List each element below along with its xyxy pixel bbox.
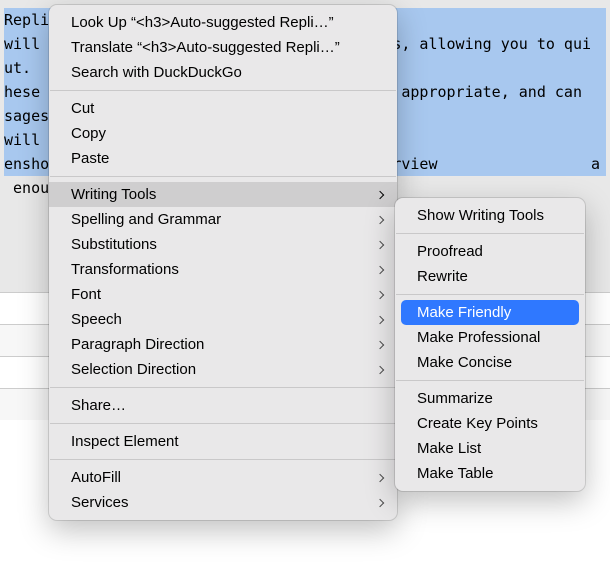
menu-separator: [50, 90, 396, 91]
menu-item-label: Proofread: [417, 243, 563, 260]
menu-item-label: Font: [71, 286, 375, 303]
submenu-item-make-concise[interactable]: Make Concise: [395, 350, 585, 375]
menu-item-spelling[interactable]: Spelling and Grammar: [49, 207, 397, 232]
menu-item-label: Translate “<h3>Auto-suggested Repli…”: [71, 39, 375, 56]
menu-item-label: Search with DuckDuckGo: [71, 64, 375, 81]
menu-item-label: Make Professional: [417, 329, 563, 346]
menu-item-label: Copy: [71, 125, 375, 142]
menu-item-search[interactable]: Search with DuckDuckGo: [49, 60, 397, 85]
chevron-right-icon: [376, 290, 384, 298]
chevron-right-icon: [376, 190, 384, 198]
chevron-right-icon: [376, 340, 384, 348]
submenu-item-make-table[interactable]: Make Table: [395, 461, 585, 486]
menu-item-label: Services: [71, 494, 375, 511]
menu-item-speech[interactable]: Speech: [49, 307, 397, 332]
menu-item-share[interactable]: Share…: [49, 393, 397, 418]
menu-item-lookup[interactable]: Look Up “<h3>Auto-suggested Repli…”: [49, 10, 397, 35]
menu-item-label: Look Up “<h3>Auto-suggested Repli…”: [71, 14, 375, 31]
menu-item-translate[interactable]: Translate “<h3>Auto-suggested Repli…”: [49, 35, 397, 60]
menu-item-label: Make Table: [417, 465, 563, 482]
menu-item-label: Make Friendly: [417, 304, 563, 321]
chevron-right-icon: [376, 365, 384, 373]
menu-item-label: Spelling and Grammar: [71, 211, 375, 228]
menu-separator: [396, 380, 584, 381]
menu-separator: [50, 176, 396, 177]
menu-item-label: Speech: [71, 311, 375, 328]
submenu-item-make-professional[interactable]: Make Professional: [395, 325, 585, 350]
submenu-item-rewrite[interactable]: Rewrite: [395, 264, 585, 289]
menu-item-font[interactable]: Font: [49, 282, 397, 307]
chevron-right-icon: [376, 315, 384, 323]
chevron-right-icon: [376, 498, 384, 506]
menu-item-copy[interactable]: Copy: [49, 121, 397, 146]
menu-item-transformations[interactable]: Transformations: [49, 257, 397, 282]
submenu-item-summarize[interactable]: Summarize: [395, 386, 585, 411]
menu-item-autofill[interactable]: AutoFill: [49, 465, 397, 490]
menu-item-label: AutoFill: [71, 469, 375, 486]
menu-item-paste[interactable]: Paste: [49, 146, 397, 171]
menu-item-label: Inspect Element: [71, 433, 375, 450]
chevron-right-icon: [376, 473, 384, 481]
menu-item-label: Make Concise: [417, 354, 563, 371]
chevron-right-icon: [376, 240, 384, 248]
menu-item-inspect[interactable]: Inspect Element: [49, 429, 397, 454]
menu-item-paragraph-direction[interactable]: Paragraph Direction: [49, 332, 397, 357]
menu-item-label: Make List: [417, 440, 563, 457]
submenu-item-proofread[interactable]: Proofread: [395, 239, 585, 264]
menu-item-label: Transformations: [71, 261, 375, 278]
menu-item-cut[interactable]: Cut: [49, 96, 397, 121]
menu-item-label: Show Writing Tools: [417, 207, 563, 224]
menu-item-substitutions[interactable]: Substitutions: [49, 232, 397, 257]
context-menu: Look Up “<h3>Auto-suggested Repli…” Tran…: [49, 5, 397, 520]
menu-item-label: Rewrite: [417, 268, 563, 285]
menu-item-label: Summarize: [417, 390, 563, 407]
menu-separator: [50, 459, 396, 460]
submenu-item-show-writing-tools[interactable]: Show Writing Tools: [395, 203, 585, 228]
menu-item-writing-tools[interactable]: Writing Tools: [49, 182, 397, 207]
menu-item-label: Share…: [71, 397, 375, 414]
writing-tools-submenu: Show Writing Tools Proofread Rewrite Mak…: [395, 198, 585, 491]
menu-item-label: Writing Tools: [71, 186, 375, 203]
submenu-item-make-friendly[interactable]: Make Friendly: [401, 300, 579, 325]
menu-item-label: Substitutions: [71, 236, 375, 253]
menu-item-label: Paragraph Direction: [71, 336, 375, 353]
menu-item-label: Cut: [71, 100, 375, 117]
menu-separator: [50, 387, 396, 388]
menu-separator: [396, 233, 584, 234]
chevron-right-icon: [376, 215, 384, 223]
menu-item-label: Selection Direction: [71, 361, 375, 378]
chevron-right-icon: [376, 265, 384, 273]
menu-item-label: Paste: [71, 150, 375, 167]
submenu-item-create-key-points[interactable]: Create Key Points: [395, 411, 585, 436]
menu-item-selection-direction[interactable]: Selection Direction: [49, 357, 397, 382]
menu-item-label: Create Key Points: [417, 415, 563, 432]
submenu-item-make-list[interactable]: Make List: [395, 436, 585, 461]
menu-separator: [396, 294, 584, 295]
menu-item-services[interactable]: Services: [49, 490, 397, 515]
menu-separator: [50, 423, 396, 424]
